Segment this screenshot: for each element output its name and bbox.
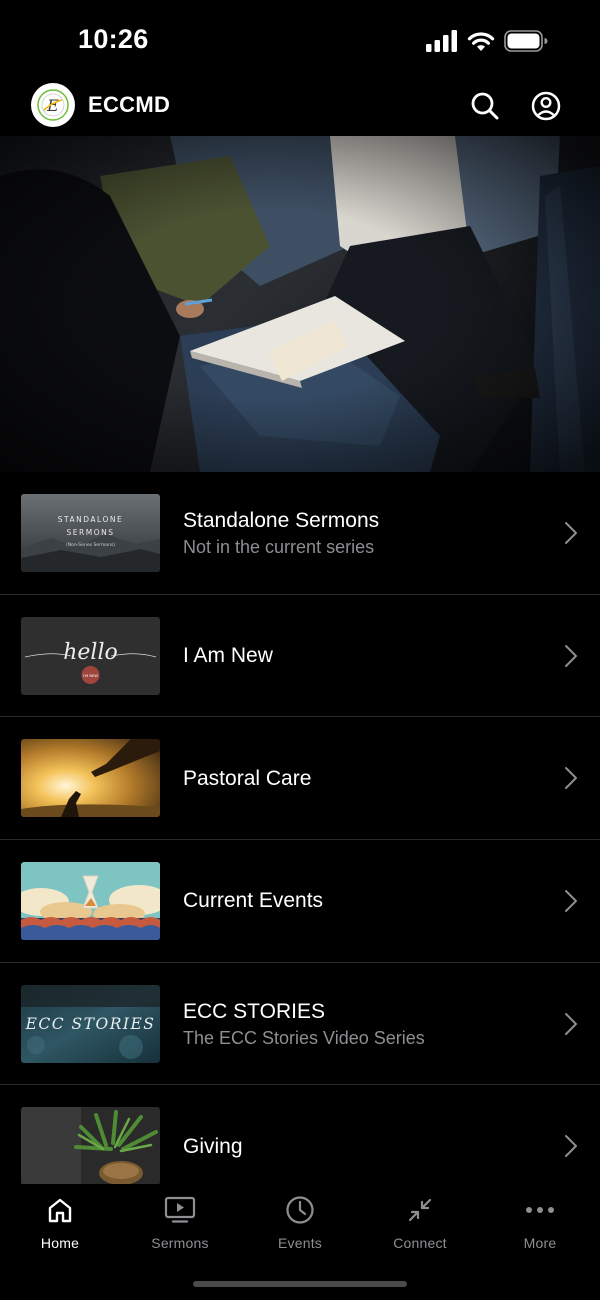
svg-text:STANDALONE: STANDALONE [58, 515, 123, 524]
tab-label: Sermons [151, 1235, 209, 1251]
tab-bar: Home Sermons Events Connect More [0, 1184, 600, 1300]
svg-text:E: E [46, 96, 59, 115]
status-time: 10:26 [78, 24, 149, 54]
app-header: E ECCMD [0, 78, 600, 136]
tab-label: Events [278, 1235, 322, 1251]
thumbnail-pastoral-care [21, 739, 160, 818]
home-indicator [193, 1281, 407, 1287]
list-item-text: Giving [183, 1085, 540, 1184]
list-item-text: Standalone Sermons Not in the current se… [183, 472, 540, 594]
arrows-in-icon [404, 1194, 436, 1226]
svg-text:(Non-Series Sermons): (Non-Series Sermons) [66, 542, 115, 548]
list-item-current-events[interactable]: Current Events [0, 840, 600, 963]
battery-icon [504, 30, 548, 52]
list-item-subtitle: The ECC Stories Video Series [183, 1027, 425, 1048]
svg-text:ECC STORIES: ECC STORIES [25, 1015, 156, 1033]
ellipsis-icon [524, 1194, 556, 1226]
tab-label: Connect [393, 1235, 447, 1251]
chevron-right-icon [565, 767, 577, 790]
congregation-photo [0, 136, 600, 472]
search-button[interactable] [469, 90, 501, 122]
chevron-right-icon [565, 889, 577, 912]
content-list: STANDALONE SERMONS (Non-Series Sermons) … [0, 472, 600, 1184]
list-item-text: ECC STORIES The ECC Stories Video Series [183, 963, 540, 1085]
tab-home[interactable]: Home [0, 1194, 120, 1258]
svg-text:SERMONS: SERMONS [67, 528, 115, 537]
list-item-title: Standalone Sermons [183, 508, 380, 532]
tab-sermons[interactable]: Sermons [120, 1194, 240, 1258]
list-item-title: Pastoral Care [183, 766, 312, 790]
thumbnail-ecc-stories: ECC STORIES [21, 984, 160, 1063]
church-logo[interactable]: E [31, 83, 75, 127]
tab-label: More [523, 1235, 557, 1251]
tab-events[interactable]: Events [240, 1194, 360, 1258]
profile-button[interactable] [530, 90, 562, 122]
cellular-signal-icon [426, 30, 457, 52]
list-item-subtitle: Not in the current series [183, 536, 375, 557]
chevron-right-icon [565, 644, 577, 667]
status-icons [426, 28, 548, 54]
list-item-standalone-sermons[interactable]: STANDALONE SERMONS (Non-Series Sermons) … [0, 472, 600, 595]
wifi-icon [467, 32, 495, 51]
tv-play-icon [164, 1194, 196, 1226]
home-icon [44, 1194, 76, 1226]
list-item-i-am-new[interactable]: hello I'M NEW I Am New [0, 595, 600, 718]
search-icon [471, 92, 499, 120]
list-item-title: ECC STORIES [183, 999, 325, 1023]
chevron-right-icon [565, 521, 577, 544]
chevron-right-icon [565, 1012, 577, 1035]
app-title: ECCMD [88, 92, 171, 117]
list-item-text: Pastoral Care [183, 717, 540, 839]
tab-label: Home [40, 1235, 80, 1251]
list-item-title: Current Events [183, 889, 324, 913]
list-item-giving[interactable]: Giving [0, 1085, 600, 1184]
person-circle-icon [531, 91, 561, 121]
thumbnail-standalone-sermons: STANDALONE SERMONS (Non-Series Sermons) [21, 494, 160, 572]
hero-image [0, 136, 600, 472]
list-item-text: Current Events [183, 840, 540, 962]
list-item-ecc-stories[interactable]: ECC STORIES ECC STORIES The ECC Stories … [0, 963, 600, 1086]
thumbnail-current-events [21, 862, 160, 941]
clock-icon [284, 1194, 316, 1226]
svg-text:I'M NEW: I'M NEW [83, 674, 98, 678]
list-item-pastoral-care[interactable]: Pastoral Care [0, 717, 600, 841]
tab-connect[interactable]: Connect [360, 1194, 480, 1258]
chevron-right-icon [565, 1135, 577, 1158]
svg-text:hello: hello [63, 640, 118, 665]
status-bar: 10:26 [0, 0, 600, 78]
list-item-title: I Am New [183, 644, 273, 668]
list-item-title: Giving [183, 1134, 243, 1158]
thumbnail-i-am-new: hello I'M NEW [21, 616, 160, 695]
thumbnail-giving [21, 1107, 160, 1184]
list-item-text: I Am New [183, 595, 540, 717]
logo-mark-icon: E [37, 89, 69, 121]
tab-more[interactable]: More [480, 1194, 600, 1258]
